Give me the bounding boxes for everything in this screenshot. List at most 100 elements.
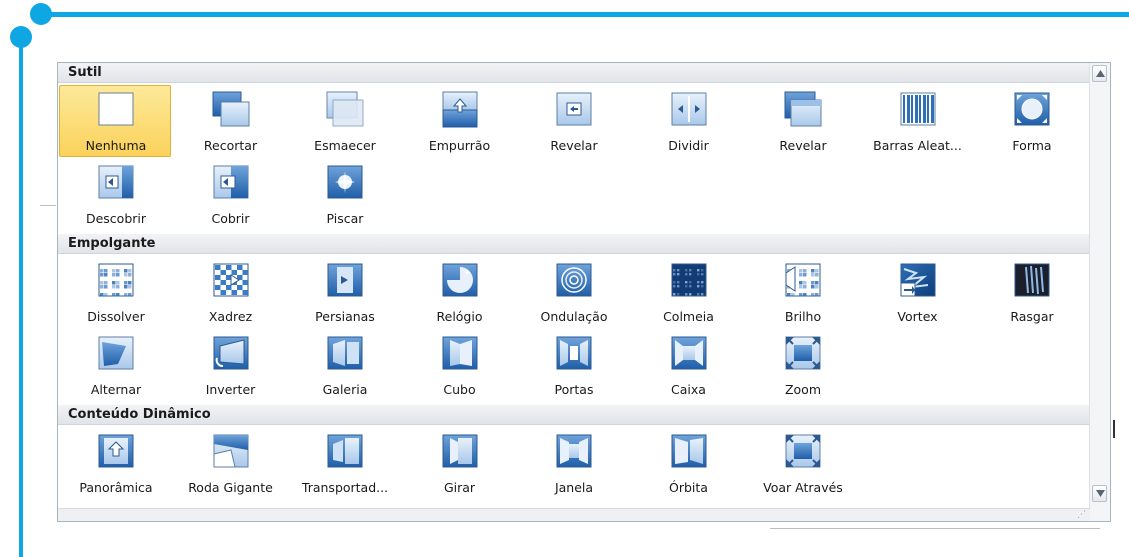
transition-gallery: Sutil Nenhuma Recortar Esmaecer Empurrão…: [57, 62, 1111, 522]
transition-option[interactable]: Vortex: [861, 256, 973, 328]
transition-option[interactable]: Alternar: [59, 329, 171, 401]
decorative-left-line: [19, 38, 23, 557]
transition-option[interactable]: Galeria: [288, 329, 400, 401]
transition-label: Recortar: [203, 138, 258, 153]
resize-grip-icon[interactable]: ⋰: [1077, 510, 1086, 520]
decorative-dot: [10, 26, 32, 48]
transition-label: Colmeia: [663, 309, 714, 324]
none-transition-icon: [98, 92, 134, 126]
transition-option[interactable]: Revelar: [517, 85, 629, 157]
transition-option[interactable]: Roda Gigante: [174, 427, 286, 499]
transition-option[interactable]: Colmeia: [632, 256, 744, 328]
transition-option[interactable]: Caixa: [632, 329, 744, 401]
cover-transition-icon: [213, 165, 248, 199]
reveal-transition-icon: [784, 91, 822, 127]
transition-option[interactable]: Xadrez: [174, 256, 286, 328]
blinds-transition-icon: [327, 263, 363, 297]
transition-option[interactable]: Relógio: [403, 256, 515, 328]
ripple-transition-icon: [556, 263, 592, 297]
transition-option[interactable]: Ondulação: [517, 256, 629, 328]
transition-option[interactable]: Zoom: [746, 329, 858, 401]
transition-label: Vortex: [897, 309, 938, 324]
transition-label: Dividir: [668, 138, 709, 153]
push-transition-icon: [442, 91, 477, 128]
shape-transition-icon: [1014, 92, 1050, 126]
flip-transition-icon: [213, 336, 248, 370]
transition-label: Forma: [1012, 138, 1052, 153]
section-header: Sutil: [58, 63, 1090, 83]
background-artifact: [40, 205, 56, 206]
doors-transition-icon: [556, 336, 592, 370]
cut-transition-icon: [212, 91, 249, 127]
transition-option[interactable]: Nenhuma: [59, 85, 171, 157]
checkerboard-transition-icon: [213, 263, 248, 297]
transition-label: Empurrão: [428, 138, 491, 153]
glitter-transition-icon: [785, 263, 821, 297]
transition-label: Barras Aleat...: [873, 138, 962, 153]
shred-transition-icon: [1014, 263, 1050, 297]
transition-option[interactable]: Forma: [975, 85, 1087, 157]
gallery-transition-icon: [327, 336, 363, 370]
conveyor-transition-icon: [327, 434, 363, 468]
clock-transition-icon: [442, 263, 477, 297]
transition-label: Panorâmica: [79, 480, 153, 495]
random-bars-transition-icon: [900, 92, 935, 126]
transition-option[interactable]: Girar: [403, 427, 515, 499]
fade-transition-icon: [326, 91, 364, 127]
transition-label: Inverter: [205, 382, 256, 397]
gallery-scrollbar[interactable]: [1089, 63, 1110, 521]
pan-transition-icon: [98, 434, 134, 468]
triangle-up-icon: [1096, 70, 1105, 77]
transition-label: Revelar: [779, 138, 827, 153]
transition-option[interactable]: Rasgar: [975, 256, 1087, 328]
background-artifact: [1113, 420, 1115, 438]
transition-option[interactable]: Barras Aleat...: [861, 85, 973, 157]
transition-option[interactable]: Janela: [517, 427, 629, 499]
transition-option[interactable]: Transportad...: [288, 427, 400, 499]
transition-option[interactable]: Esmaecer: [288, 85, 400, 157]
zoom-transition-icon: [785, 336, 821, 370]
transition-option[interactable]: Voar Através: [746, 427, 858, 499]
section-header: Conteúdo Dinâmico: [58, 405, 1090, 425]
transition-label: Descobrir: [85, 211, 147, 226]
fly-through-transition-icon: [785, 434, 821, 468]
transition-option[interactable]: Brilho: [746, 256, 858, 328]
transition-label: Zoom: [784, 382, 822, 397]
uncover-transition-icon: [98, 165, 134, 199]
transition-option[interactable]: Dissolver: [59, 256, 171, 328]
transition-option[interactable]: Empurrão: [403, 85, 515, 157]
transition-option[interactable]: Cobrir: [174, 158, 286, 230]
transition-label: Transportad...: [301, 480, 389, 495]
transition-label: Brilho: [784, 309, 822, 324]
gallery-resize-bar[interactable]: ⋰: [58, 508, 1090, 521]
transition-option[interactable]: Revelar: [746, 85, 858, 157]
transition-label: Cobrir: [211, 211, 250, 226]
transition-label: Alternar: [90, 382, 142, 397]
transition-option[interactable]: Dividir: [632, 85, 744, 157]
flash-transition-icon: [327, 165, 363, 199]
transition-option[interactable]: Descobrir: [59, 158, 171, 230]
switch-transition-icon: [98, 336, 134, 370]
transition-label: Persianas: [315, 309, 375, 324]
transition-label: Dissolver: [87, 309, 145, 324]
transition-option[interactable]: Persianas: [288, 256, 400, 328]
transition-option[interactable]: Órbita: [632, 427, 744, 499]
transition-label: Relógio: [436, 309, 483, 324]
transition-option[interactable]: Panorâmica: [59, 427, 171, 499]
transition-option[interactable]: Cubo: [403, 329, 515, 401]
transition-option[interactable]: Piscar: [288, 158, 400, 230]
transition-option[interactable]: Inverter: [174, 329, 286, 401]
transition-label: Roda Gigante: [188, 480, 273, 495]
decorative-dot: [30, 3, 52, 25]
window-transition-icon: [556, 434, 592, 468]
scroll-down-button[interactable]: [1092, 485, 1107, 502]
transition-label: Nenhuma: [85, 138, 147, 153]
transition-label: Galeria: [322, 382, 368, 397]
transition-option[interactable]: Portas: [517, 329, 629, 401]
transition-label: Ondulação: [540, 309, 608, 324]
transition-label: Rasgar: [1010, 309, 1054, 324]
triangle-down-icon: [1096, 490, 1105, 497]
rotate-transition-icon: [442, 434, 477, 468]
transition-option[interactable]: Recortar: [174, 85, 286, 157]
scroll-up-button[interactable]: [1092, 65, 1107, 82]
